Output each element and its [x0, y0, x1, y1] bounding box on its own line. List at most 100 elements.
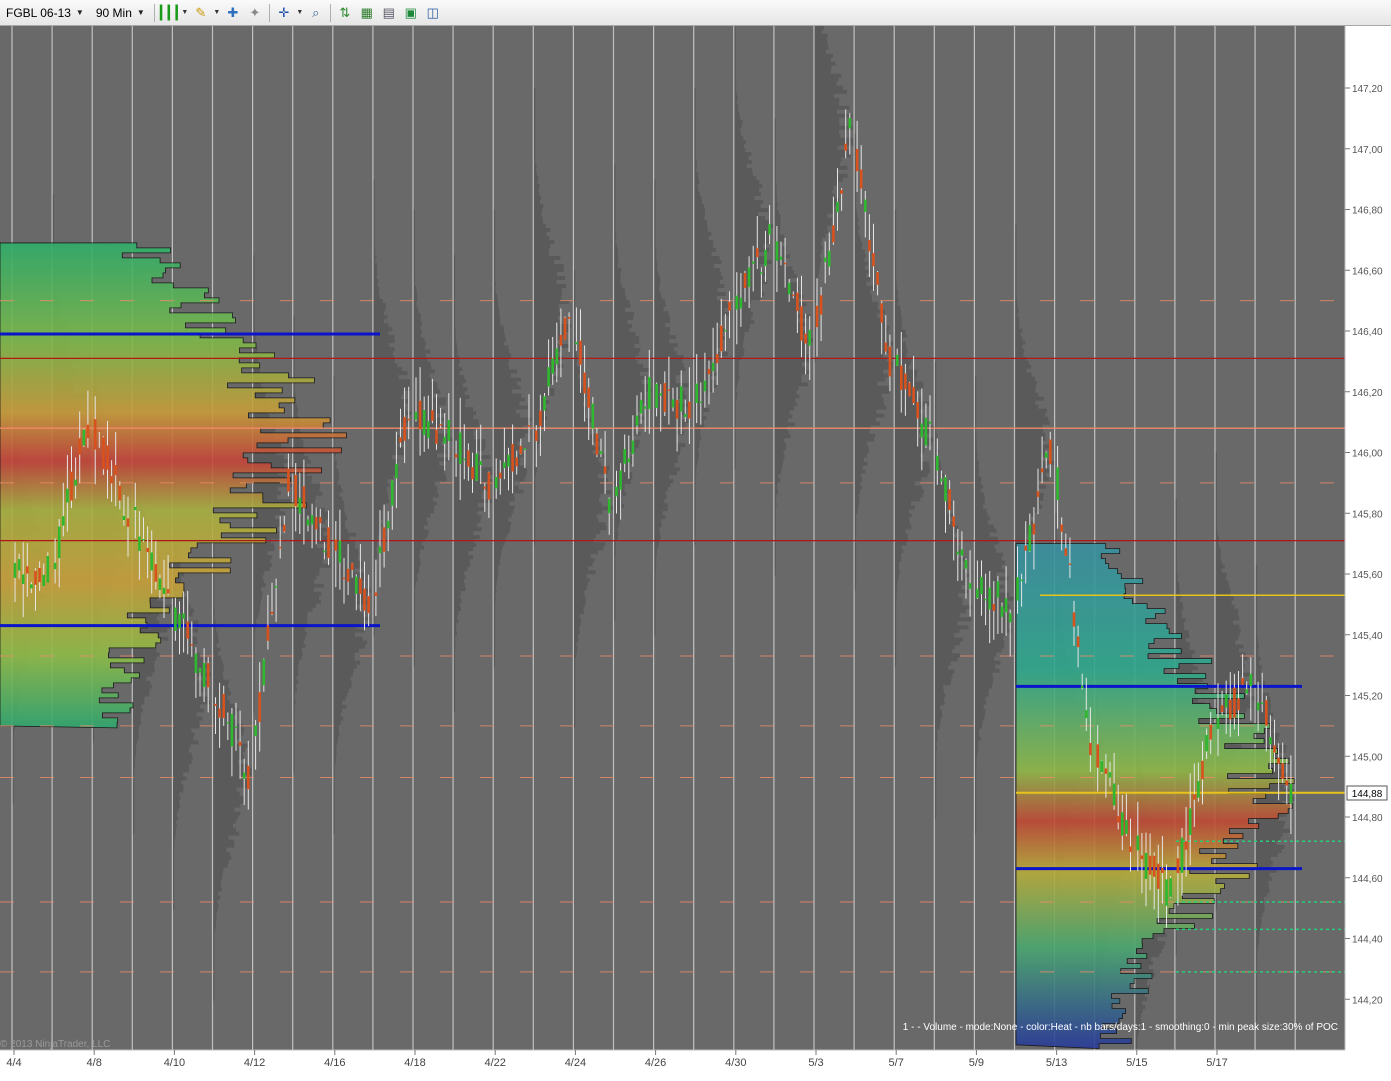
down-price-bar — [302, 486, 306, 509]
down-price-bar — [399, 437, 402, 443]
up-price-bar — [57, 526, 61, 559]
up-price-bar — [507, 454, 510, 467]
up-price-bar — [42, 574, 45, 587]
down-price-bar — [346, 568, 350, 582]
chevron-down-icon[interactable]: ▼ — [296, 3, 304, 23]
down-price-bar — [1241, 678, 1244, 685]
down-price-bar — [431, 410, 434, 421]
up-price-bar — [711, 362, 715, 372]
chart-toolbar: FGBL 06-13 ▼ 90 Min ▼ ┃┃┃ ▼ ✎ ▼ ✚ ✦ ✛ ▼ … — [0, 0, 1391, 26]
up-price-bar — [494, 476, 498, 489]
up-price-bar — [310, 515, 314, 525]
properties-icon[interactable]: ▤ — [379, 3, 399, 23]
up-price-bar — [551, 358, 554, 374]
interval-selector[interactable]: 90 Min ▼ — [90, 2, 151, 24]
price-chart[interactable]: 147,20 147,00 146,80 146,60 146,40 146,20 146,… — [0, 26, 1391, 1081]
chart-trader-icon[interactable]: ⇅ — [335, 3, 355, 23]
up-price-bar — [503, 462, 506, 469]
strategy-icon[interactable]: ✦ — [245, 3, 265, 23]
down-price-bar — [840, 189, 843, 194]
data-box-icon[interactable]: ▦ — [357, 3, 377, 23]
add-indicator-icon[interactable]: ✚ — [223, 3, 243, 23]
up-price-bar — [980, 576, 983, 595]
x-axis-tick-label: 4/22 — [484, 1057, 505, 1069]
up-price-bar — [475, 453, 478, 481]
down-price-bar — [403, 416, 406, 441]
crosshair-icon[interactable]: ✛ — [274, 3, 294, 23]
up-price-bar — [547, 367, 550, 387]
down-price-bar — [1285, 780, 1289, 786]
y-axis-tick-label: 146,80 — [1352, 206, 1383, 217]
x-axis-tick-label: 5/3 — [808, 1057, 823, 1069]
y-axis-tick-label: 144,40 — [1352, 935, 1383, 946]
chevron-down-icon[interactable]: ▼ — [181, 3, 189, 23]
down-price-bar — [859, 169, 863, 189]
down-price-bar — [872, 252, 875, 267]
bar-type-icon[interactable]: ┃┃┃ — [157, 3, 180, 23]
down-price-bar — [511, 443, 514, 472]
panel-icon[interactable]: ◫ — [423, 3, 443, 23]
down-price-bar — [1277, 757, 1280, 764]
down-price-bar — [539, 410, 542, 427]
up-price-bar — [1028, 525, 1032, 552]
down-price-bar — [567, 317, 571, 319]
save-icon[interactable]: ▣ — [401, 3, 421, 23]
down-price-bar — [884, 342, 888, 352]
up-price-bar — [1112, 783, 1116, 806]
down-price-bar — [126, 518, 130, 527]
up-price-bar — [1260, 702, 1264, 705]
up-price-bar — [74, 479, 77, 486]
down-price-bar — [815, 305, 819, 328]
down-price-bar — [467, 450, 470, 467]
drawing-pencil-icon[interactable]: ✎ — [191, 3, 211, 23]
down-price-bar — [800, 306, 803, 341]
x-axis-tick-label: 4/8 — [87, 1057, 102, 1069]
up-price-bar — [1169, 878, 1172, 897]
chevron-down-icon[interactable]: ▼ — [213, 3, 221, 23]
down-price-bar — [319, 517, 322, 524]
up-price-bar — [242, 772, 246, 779]
up-price-bar — [1044, 452, 1048, 458]
up-price-bar — [174, 607, 177, 631]
down-price-bar — [499, 472, 502, 479]
down-price-bar — [1161, 867, 1164, 873]
down-price-bar — [1233, 687, 1236, 718]
y-axis-tick-label: 146,60 — [1352, 266, 1383, 277]
down-price-bar — [900, 365, 903, 390]
up-price-bar — [808, 329, 811, 346]
toolbar-divider — [268, 3, 270, 22]
up-price-bar — [391, 480, 394, 506]
up-price-bar — [684, 413, 687, 417]
x-axis-tick-label: 4/12 — [244, 1057, 265, 1069]
down-price-bar — [1068, 563, 1072, 566]
chevron-down-icon: ▼ — [75, 8, 84, 17]
down-price-bar — [327, 527, 330, 558]
down-price-bar — [118, 485, 122, 501]
down-price-bar — [78, 438, 81, 455]
up-price-bar — [648, 376, 651, 409]
down-price-bar — [868, 239, 871, 252]
up-price-bar — [956, 551, 960, 555]
up-price-bar — [182, 613, 185, 619]
instrument-label: FGBL 06-13 — [6, 5, 71, 20]
up-price-bar — [46, 555, 50, 583]
down-price-bar — [350, 563, 354, 570]
up-price-bar — [1245, 689, 1248, 694]
instrument-selector[interactable]: FGBL 06-13 ▼ — [0, 2, 90, 24]
down-price-bar — [1273, 745, 1276, 753]
up-price-bar — [848, 117, 852, 129]
down-price-bar — [1049, 439, 1052, 465]
down-price-bar — [728, 301, 731, 311]
down-price-bar — [855, 148, 859, 172]
down-price-bar — [515, 457, 518, 467]
up-price-bar — [463, 458, 466, 461]
interval-label: 90 Min — [95, 5, 132, 20]
down-price-bar — [675, 399, 679, 419]
zoom-icon[interactable]: ⌕ — [306, 3, 326, 23]
down-price-bar — [294, 474, 297, 507]
down-price-bar — [1040, 468, 1044, 473]
up-price-bar — [142, 539, 145, 541]
down-price-bar — [876, 272, 879, 285]
up-price-bar — [775, 241, 779, 261]
y-axis-tick-label: 145,20 — [1352, 692, 1383, 703]
